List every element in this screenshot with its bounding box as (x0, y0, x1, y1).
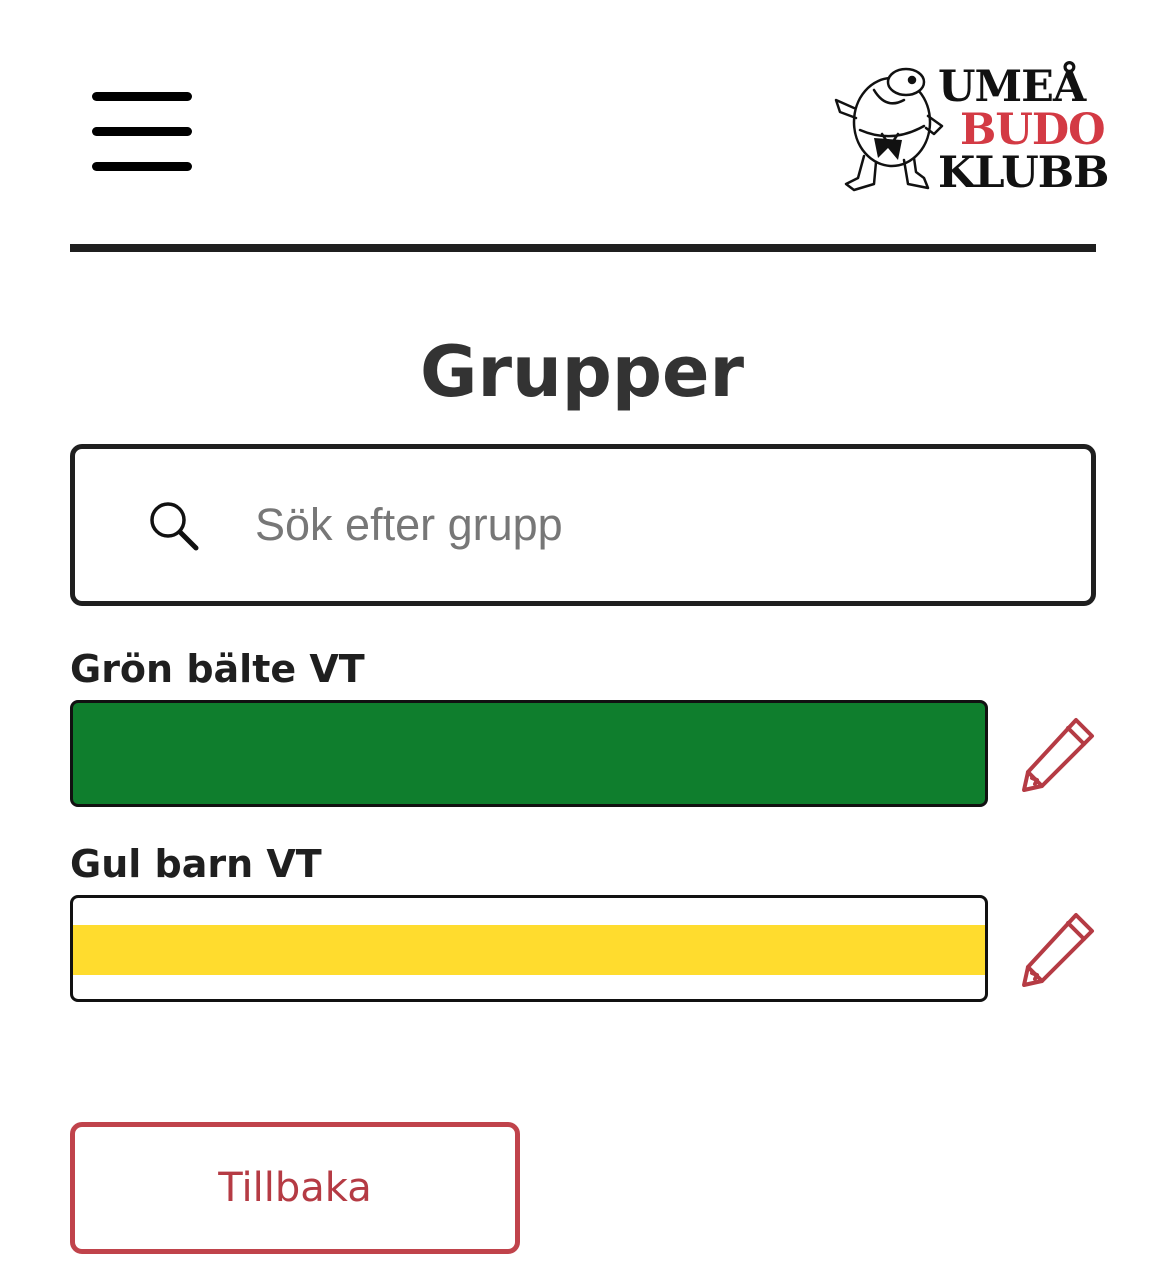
edit-group-button[interactable] (1020, 716, 1096, 792)
hamburger-menu-icon[interactable] (92, 90, 192, 174)
back-button[interactable]: Tillbaka (70, 1122, 520, 1254)
group-name: Gul barn VT (70, 842, 322, 886)
page-title: Grupper (419, 331, 745, 413)
logo-line-budo: BUDO (960, 105, 1106, 155)
pencil-edit-icon (1022, 913, 1094, 987)
group-item: Gul barn VT (70, 841, 1096, 1006)
search-input[interactable] (255, 479, 1055, 571)
judoka-mascot-icon (834, 67, 944, 192)
pencil-edit-icon (1022, 718, 1094, 792)
group-color-bar[interactable] (70, 895, 988, 1002)
group-color-bar[interactable] (70, 700, 988, 807)
logo-line-klubb: KLUBB (938, 148, 1109, 198)
logo-line-umea: UMEÅ (938, 62, 1086, 112)
belt-color-stripe (73, 925, 985, 975)
group-name: Grön bälte VT (70, 647, 365, 691)
club-logo[interactable]: UMEÅ BUDO KLUBB (834, 60, 1109, 200)
logo-wordmark: UMEÅ BUDO KLUBB (938, 62, 1109, 198)
edit-group-button[interactable] (1020, 911, 1096, 987)
search-icon (150, 502, 199, 551)
group-item: Grön bälte VT (70, 646, 1096, 811)
search-box[interactable] (70, 444, 1096, 606)
site-header: UMEÅ BUDO KLUBB (70, 0, 1109, 252)
